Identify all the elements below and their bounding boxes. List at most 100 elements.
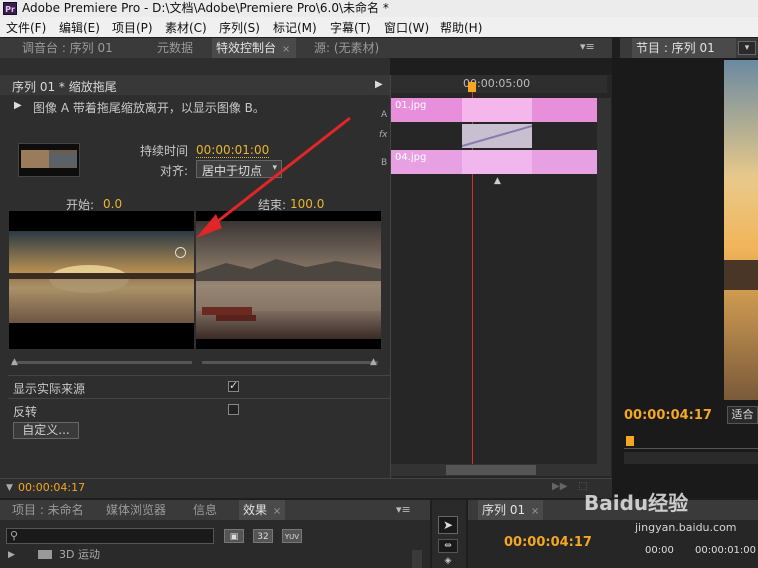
program-timecode[interactable]: 00:00:04:17 (624, 408, 712, 423)
track-b-label: B (381, 158, 388, 168)
badge-yuv-icon[interactable]: YUV (282, 529, 302, 543)
playhead-line (472, 92, 473, 472)
show-actual-label: 显示实际来源 (13, 382, 86, 396)
clip-a-name: 01.jpg (395, 100, 427, 111)
menu-title[interactable]: 字幕(T) (330, 19, 371, 36)
tab-effect-controls-label: 特效控制台 (216, 41, 277, 55)
tab-program[interactable]: 节目 : 序列 01 (632, 38, 736, 58)
end-slider-track[interactable] (202, 361, 378, 364)
baidu-watermark-logo: Baidu经验 (584, 491, 689, 515)
start-slider-handle-icon[interactable]: ▲ (11, 357, 18, 367)
expand-arrow-icon[interactable]: ▶ (8, 550, 15, 560)
tab-effects-label: 效果 (243, 503, 268, 517)
divider (8, 375, 390, 376)
close-icon[interactable]: × (282, 44, 290, 55)
panel-menu-icon[interactable]: ▾≡ (396, 503, 411, 516)
badge-32-icon[interactable]: 32 (253, 529, 273, 543)
menu-help[interactable]: 帮助(H) (440, 19, 482, 36)
tab-effects[interactable]: 效果 × (239, 500, 286, 520)
loop-icon[interactable]: ▶▶ (552, 481, 567, 492)
sequence-timecode[interactable]: 00:00:04:17 (504, 535, 592, 550)
transition-block[interactable] (461, 124, 533, 148)
program-dropdown-icon[interactable]: ▾ (738, 41, 756, 55)
checkmark-icon: ✓ (229, 379, 239, 392)
align-label: 对齐: (160, 164, 189, 178)
tab-metadata[interactable]: 元数据 (157, 38, 205, 58)
thumbnail-image (19, 144, 79, 176)
program-frame-image (724, 60, 758, 400)
program-playhead-icon[interactable] (626, 436, 634, 446)
marker-icon: ▼ (6, 483, 13, 493)
transition-diagonal (461, 125, 533, 147)
menu-window[interactable]: 窗口(W) (384, 19, 429, 36)
menu-sequence[interactable]: 序列(S) (219, 19, 260, 36)
playhead-icon[interactable] (468, 82, 476, 92)
panel-menu-icon[interactable]: ▾≡ (580, 40, 595, 53)
reverse-checkbox[interactable] (228, 404, 239, 415)
tab-info[interactable]: 信息 (193, 500, 217, 520)
start-value[interactable]: 0.0 (103, 197, 123, 212)
program-zoom-bar[interactable] (624, 452, 758, 464)
sequence-ruler-start: 00:00 (645, 545, 674, 556)
arrowhead-icon (196, 214, 222, 238)
divider (8, 398, 390, 399)
cursor-marker-icon: ▲ (494, 176, 501, 186)
track-select-tool-icon[interactable]: ⇹ (438, 539, 458, 553)
horizontal-scrollbar[interactable] (391, 464, 611, 476)
tab-source[interactable]: 源: (无素材) (314, 38, 404, 58)
effects-scrollbar[interactable] (412, 550, 422, 568)
header-arrow-icon[interactable]: ▶ (375, 79, 383, 90)
tab-sequence[interactable]: 序列 01 × (478, 500, 544, 520)
custom-button[interactable]: 自定义... (13, 422, 79, 439)
fit-select[interactable]: 适合 (727, 406, 758, 424)
menu-clip[interactable]: 素材(C) (165, 19, 207, 36)
ripple-tool-icon[interactable]: ◈ (438, 556, 458, 568)
tab-project[interactable]: 项目 : 未命名 (12, 500, 84, 520)
effect-status-bar (0, 478, 612, 498)
menu-file[interactable]: 文件(F) (6, 19, 46, 36)
tab-sequence-label: 序列 01 (482, 503, 526, 517)
reverse-label: 反转 (13, 405, 38, 419)
duration-label: 持续时间 (140, 144, 189, 158)
sunset-lake-image (9, 231, 194, 323)
end-slider-handle-icon[interactable]: ▲ (370, 357, 377, 367)
title-bar: Pr Adobe Premiere Pro - D:\文档\Adobe\Prem… (0, 0, 758, 17)
clip-b-highlight (462, 150, 532, 174)
tab-effect-controls[interactable]: 特效控制台 × (212, 38, 296, 58)
effects-search-input[interactable]: ⚲ (6, 528, 214, 544)
sequence-ruler-mark: 00:00:01:00 (695, 545, 757, 556)
preview-image-a[interactable] (9, 211, 194, 349)
menu-bar: 文件(F) 编辑(E) 项目(P) 素材(C) 序列(S) 标记(M) 字幕(T… (0, 17, 758, 37)
effects-folder-item[interactable]: 3D 运动 (59, 546, 100, 562)
menu-project[interactable]: 项目(P) (112, 19, 153, 36)
search-icon: ⚲ (10, 529, 19, 542)
program-preview (724, 60, 758, 400)
annotation-arrow (196, 116, 351, 238)
center-handle-icon[interactable] (175, 247, 186, 258)
tab-media-browser[interactable]: 媒体浏览器 (106, 500, 166, 520)
selection-tool-icon[interactable]: ➤ (438, 516, 458, 534)
tab-audio-mixer[interactable]: 调音台 : 序列 01 (22, 38, 140, 58)
clip-b-name: 04.jpg (395, 152, 427, 163)
close-icon[interactable]: × (273, 506, 281, 517)
effect-header-title: 序列 01 * 缩放拖尾 (12, 80, 117, 94)
menu-marker[interactable]: 标记(M) (273, 19, 317, 36)
baidu-watermark-url: jingyan.baidu.com (635, 521, 737, 534)
start-slider-track[interactable] (12, 361, 192, 364)
transition-thumbnail (18, 143, 80, 177)
premiere-app-icon: Pr (3, 2, 17, 15)
play-preview-icon[interactable]: ▶ (14, 100, 22, 111)
fx-label: fx (379, 130, 388, 140)
window-title: Adobe Premiere Pro - D:\文档\Adobe\Premier… (22, 1, 389, 15)
menu-edit[interactable]: 编辑(E) (59, 19, 100, 36)
show-actual-checkbox[interactable]: ✓ (228, 379, 239, 392)
track-a-label: A (381, 110, 388, 120)
scrollbar-thumb[interactable] (446, 465, 536, 475)
accelerated-effects-icon[interactable]: ▣ (224, 529, 244, 543)
program-ruler-line (624, 448, 758, 449)
vertical-scrollbar[interactable] (597, 98, 611, 464)
close-icon[interactable]: × (531, 506, 539, 517)
folder-icon (38, 550, 52, 559)
effect-timecode[interactable]: 00:00:04:17 (18, 481, 85, 494)
clip-a-highlight (462, 98, 532, 122)
